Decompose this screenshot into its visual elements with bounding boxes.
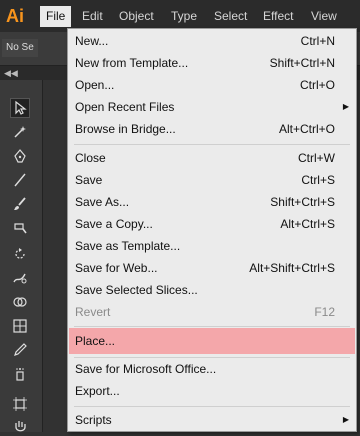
menu-item-browse-bridge[interactable]: Browse in Bridge... Alt+Ctrl+O [69, 118, 355, 140]
menu-object[interactable]: Object [113, 6, 160, 27]
menu-item-save-as[interactable]: Save As... Shift+Ctrl+S [69, 191, 355, 213]
menu-select[interactable]: Select [208, 6, 253, 27]
menu-type[interactable]: Type [165, 6, 203, 27]
menu-item-export[interactable]: Export... [69, 380, 355, 402]
menu-item-open-recent[interactable]: Open Recent Files ▶ [69, 96, 355, 118]
menu-separator [74, 406, 350, 407]
submenu-arrow-icon: ▶ [342, 102, 349, 111]
menu-item-close[interactable]: Close Ctrl+W [69, 147, 355, 169]
menu-separator [74, 144, 350, 145]
paintbrush-tool-icon[interactable] [10, 194, 30, 214]
menu-item-new-from-template[interactable]: New from Template... Shift+Ctrl+N [69, 52, 355, 74]
blob-brush-tool-icon[interactable] [10, 218, 30, 238]
app-logo: Ai [6, 6, 24, 26]
artboard-tool-icon[interactable] [10, 394, 30, 414]
rotate-tool-icon[interactable] [10, 244, 30, 264]
file-menu-dropdown: New... Ctrl+N New from Template... Shift… [67, 28, 357, 432]
submenu-arrow-icon: ▶ [342, 415, 349, 424]
shape-builder-tool-icon[interactable] [10, 292, 30, 312]
menu-item-open[interactable]: Open... Ctrl+O [69, 74, 355, 96]
menu-effect[interactable]: Effect [257, 6, 299, 27]
pen-tool-icon[interactable] [10, 146, 30, 166]
tools-panel [0, 80, 43, 432]
collapse-icon[interactable]: ◀◀ [4, 66, 18, 80]
menu-item-place[interactable]: Place... [69, 328, 355, 354]
menu-item-save-slices[interactable]: Save Selected Slices... [69, 279, 355, 301]
menu-view[interactable]: View [305, 6, 343, 27]
hand-tool-icon[interactable] [10, 416, 30, 436]
symbol-sprayer-tool-icon[interactable] [10, 364, 30, 384]
menu-item-save-copy[interactable]: Save a Copy... Alt+Ctrl+S [69, 213, 355, 235]
menu-item-scripts[interactable]: Scripts ▶ [69, 409, 355, 431]
menu-item-save[interactable]: Save Ctrl+S [69, 169, 355, 191]
menu-item-save-office[interactable]: Save for Microsoft Office... [69, 358, 355, 380]
menu-separator [74, 326, 350, 327]
line-tool-icon[interactable] [10, 170, 30, 190]
menu-item-revert: Revert F12 [75, 305, 335, 319]
selection-tool-icon[interactable] [10, 98, 30, 118]
warp-tool-icon[interactable] [10, 268, 30, 288]
magic-wand-tool-icon[interactable] [10, 122, 30, 142]
selection-status: No Se [2, 39, 38, 57]
eyedropper-tool-icon[interactable] [10, 340, 30, 360]
menu-item-save-template[interactable]: Save as Template... [69, 235, 355, 257]
mesh-tool-icon[interactable] [10, 316, 30, 336]
menu-item-new[interactable]: New... Ctrl+N [69, 30, 355, 52]
menu-file[interactable]: File [40, 6, 72, 27]
menu-item-save-web[interactable]: Save for Web... Alt+Shift+Ctrl+S [69, 257, 355, 279]
menu-edit[interactable]: Edit [76, 6, 109, 27]
